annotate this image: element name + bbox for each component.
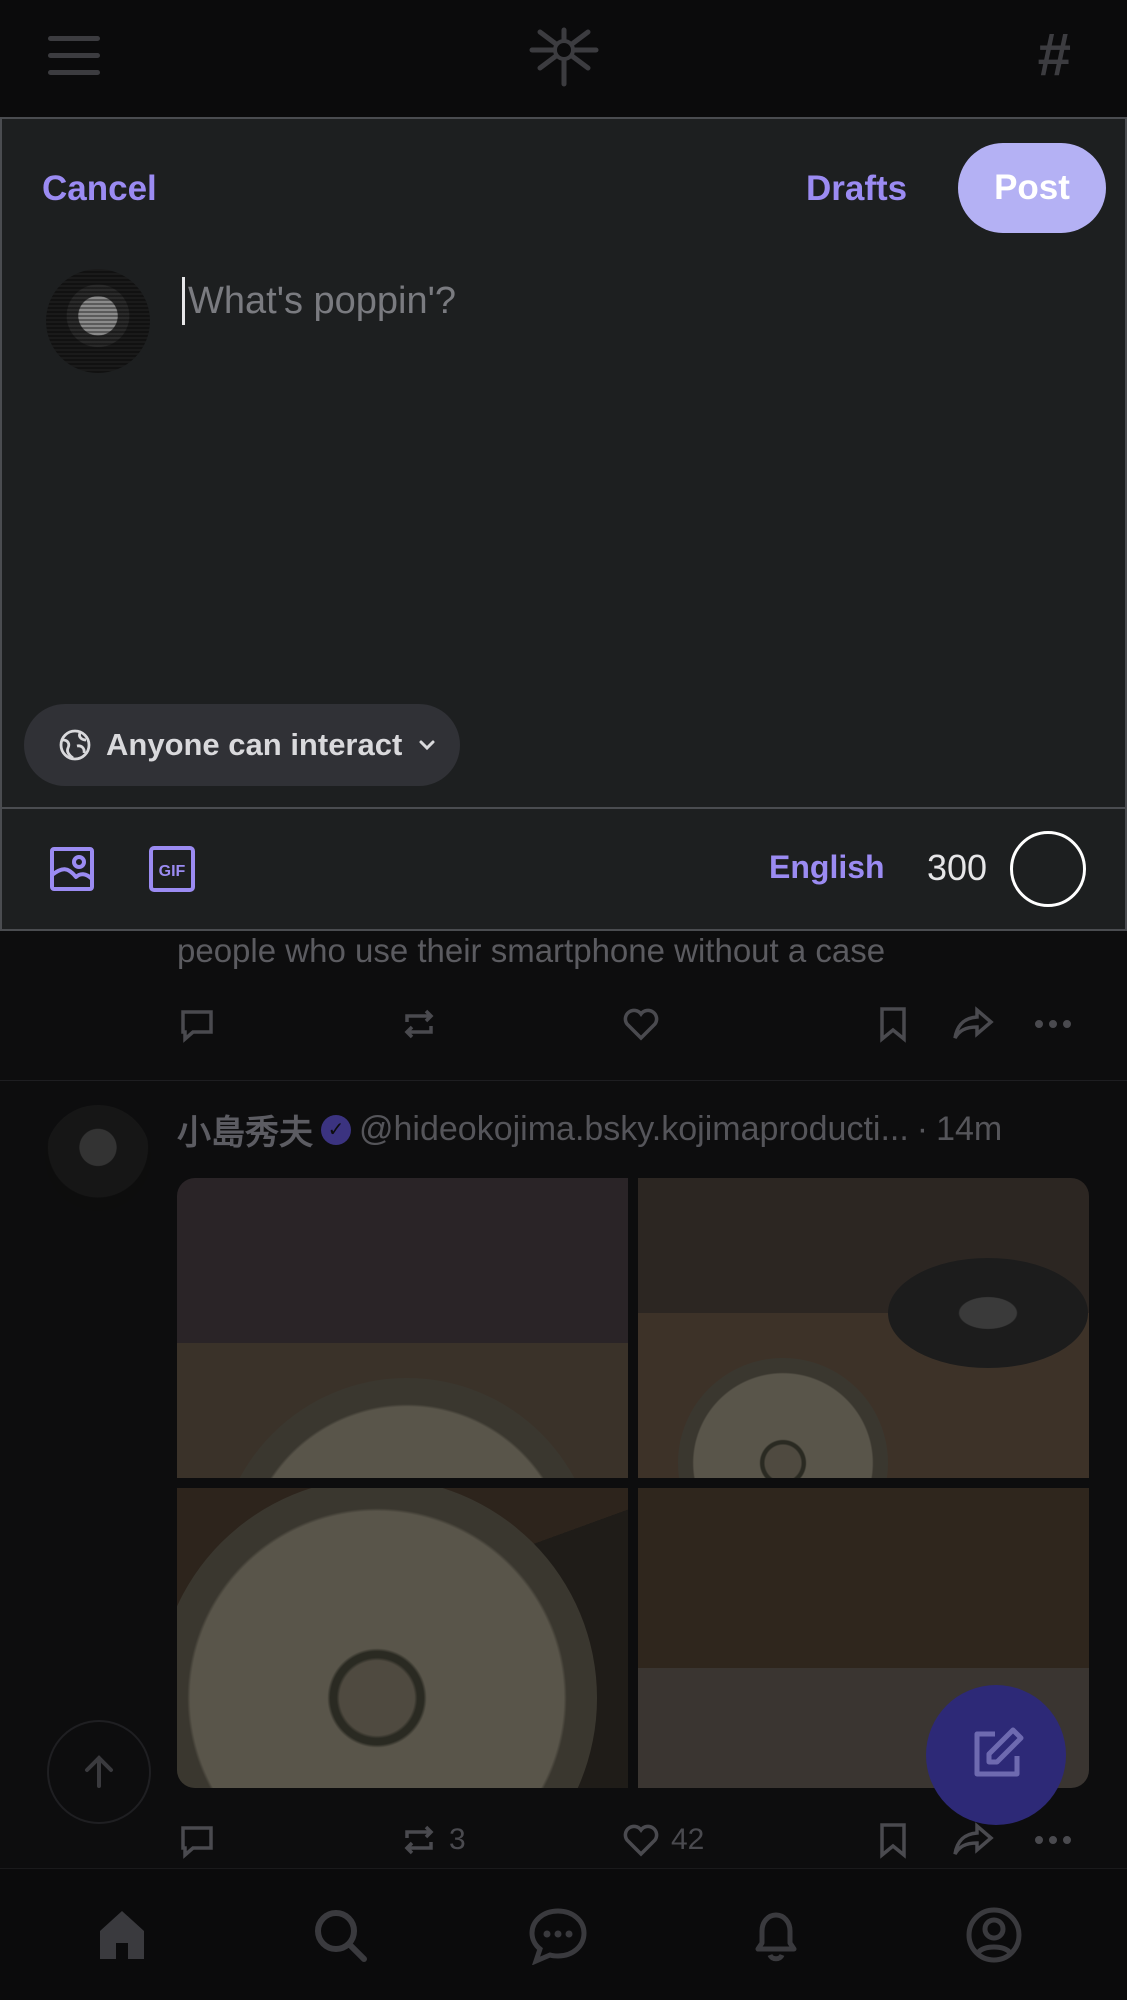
bell-icon[interactable]	[746, 1905, 806, 1965]
share-icon[interactable]	[951, 1004, 995, 1044]
hashtag-icon[interactable]: #	[1038, 20, 1071, 89]
chat-icon[interactable]	[528, 1905, 588, 1966]
vinyl-record	[678, 1358, 888, 1478]
interaction-settings-button[interactable]: Anyone can interact	[24, 704, 460, 786]
bottom-tab-bar	[0, 1868, 1127, 2000]
app-header: #	[0, 0, 1127, 118]
photo-grid	[177, 1178, 1089, 1788]
repost-icon	[404, 1825, 434, 1855]
compose-button[interactable]	[926, 1685, 1066, 1825]
post-actions: 3 42	[177, 1820, 1087, 1860]
post-composer: Cancel Drafts Post Anyone can interact G…	[0, 117, 1127, 931]
repost-count: 3	[449, 1823, 466, 1856]
reply-icon[interactable]	[177, 1820, 217, 1860]
character-progress-ring	[1010, 831, 1086, 907]
drafts-button[interactable]: Drafts	[806, 169, 907, 209]
globe-icon	[59, 729, 91, 761]
profile-icon[interactable]	[964, 1905, 1024, 1965]
arrow-up-icon	[85, 1755, 113, 1788]
post-text-input[interactable]	[188, 271, 1068, 331]
like-button[interactable]: 42	[621, 1820, 704, 1860]
compose-icon	[974, 1727, 1024, 1777]
author-handle[interactable]: @hideokojima.bsky.kojimaproducti...	[359, 1110, 909, 1149]
bookmark-icon[interactable]	[875, 1820, 911, 1860]
language-button[interactable]: English	[769, 849, 885, 886]
post-button[interactable]: Post	[958, 143, 1106, 233]
scroll-to-top-button[interactable]	[47, 1720, 151, 1824]
post-divider	[0, 1080, 1127, 1081]
author-name[interactable]: 小島秀夫	[177, 1105, 313, 1154]
butterfly-logo-icon	[522, 20, 606, 95]
more-options-icon[interactable]	[1033, 1820, 1073, 1860]
post-timestamp[interactable]: 14m	[936, 1110, 1002, 1149]
share-icon[interactable]	[951, 1820, 995, 1860]
photo[interactable]	[638, 1178, 1089, 1478]
like-icon[interactable]	[621, 1004, 661, 1044]
separator: ·	[916, 1110, 929, 1148]
cancel-button[interactable]: Cancel	[42, 169, 157, 209]
character-counter: 300	[927, 847, 988, 888]
home-icon[interactable]	[92, 1905, 152, 1965]
turntable	[888, 1258, 1088, 1368]
menu-icon[interactable]	[48, 36, 100, 76]
vinyl-record	[177, 1488, 597, 1788]
post-text: people who use their smartphone without …	[177, 932, 886, 969]
svg-text:GIF: GIF	[159, 863, 186, 880]
avatar[interactable]	[45, 1105, 151, 1211]
composer-toolbar: GIF English 300	[2, 807, 1125, 929]
chevron-down-icon	[419, 740, 435, 751]
repost-icon[interactable]	[399, 1004, 439, 1044]
photo[interactable]	[177, 1488, 628, 1788]
post-header: 小島秀夫 ✓ @hideokojima.bsky.kojimaproducti.…	[177, 1105, 1089, 1154]
search-icon[interactable]	[310, 1905, 370, 1965]
image-icon[interactable]	[48, 845, 96, 898]
bookmark-icon[interactable]	[875, 1004, 911, 1044]
post-actions	[177, 1004, 1087, 1044]
repost-button[interactable]: 3	[399, 1820, 466, 1860]
reply-icon[interactable]	[177, 1004, 217, 1044]
like-icon	[623, 1824, 659, 1857]
vinyl-record	[217, 1378, 597, 1478]
interaction-setting-label: Anyone can interact	[106, 727, 403, 762]
verified-badge-icon: ✓	[321, 1114, 351, 1145]
like-count: 42	[671, 1823, 705, 1856]
gif-icon[interactable]: GIF	[148, 845, 196, 898]
text-cursor	[182, 277, 185, 325]
avatar	[46, 269, 150, 373]
photo[interactable]	[177, 1178, 628, 1478]
more-options-icon[interactable]	[1033, 1004, 1073, 1044]
